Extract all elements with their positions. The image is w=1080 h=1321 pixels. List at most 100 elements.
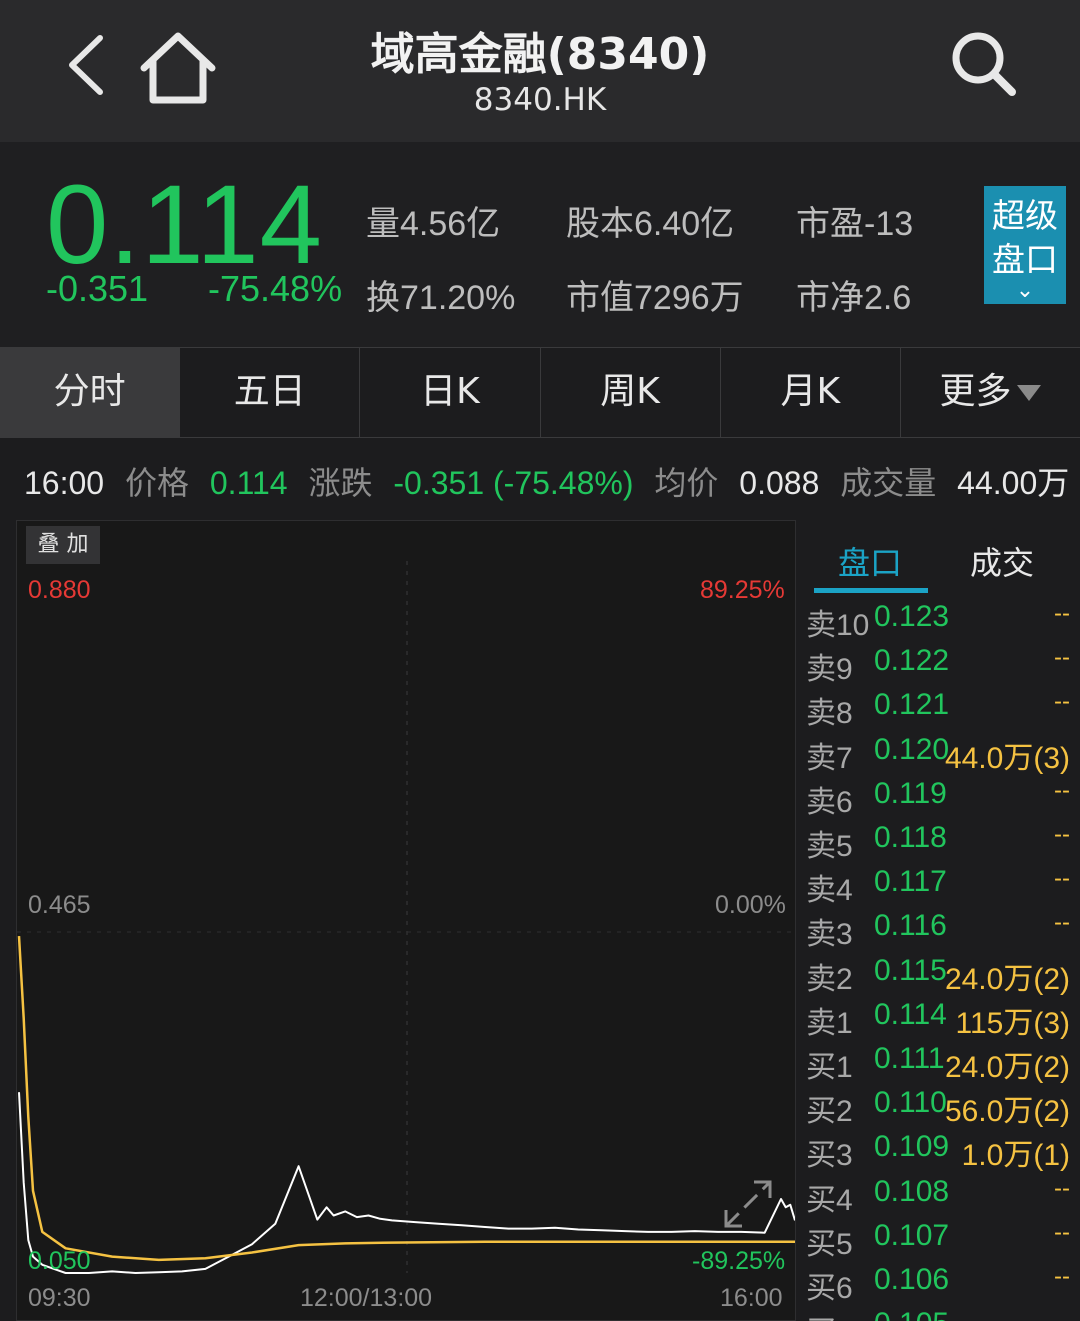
active-tab-underline <box>814 588 928 593</box>
order-book-row: 卖7 0.120 44.0万(3) <box>806 733 1078 777</box>
row-volume: -- <box>1054 909 1070 937</box>
overlay-button[interactable]: 叠 加 <box>26 526 100 564</box>
info-price: 0.114 <box>209 465 288 501</box>
y-axis-bottom-label: 0.050 <box>28 1247 91 1275</box>
row-volume: 24.0万(2) <box>944 962 1070 996</box>
order-book-tabs: 盘口 成交 <box>800 520 1080 600</box>
tab-trades[interactable]: 成交 <box>970 538 1034 584</box>
order-book-row: 买6 0.106 -- <box>806 1263 1078 1307</box>
row-level: 卖7 <box>806 741 853 775</box>
row-level: 卖1 <box>806 1006 853 1040</box>
row-volume: -- <box>1054 1263 1070 1290</box>
row-volume: -- <box>1054 821 1070 848</box>
row-volume: 24.0万(2) <box>944 1051 1070 1084</box>
row-volume: -- <box>1054 688 1070 716</box>
tab-five-day[interactable]: 五日 <box>180 348 361 437</box>
order-book-row: 卖6 0.119 -- <box>806 777 1078 821</box>
tab-weekly-k[interactable]: 周K <box>541 348 721 437</box>
row-price: 0.105 <box>874 1307 949 1321</box>
row-volume: -- <box>1054 1174 1070 1202</box>
row-price: 0.115 <box>874 953 947 987</box>
tab-intraday[interactable]: 分时 <box>0 348 181 437</box>
y-axis-mid-label: 0.465 <box>28 891 91 919</box>
super-order-book-button[interactable]: 超级 盘口 ⌄ <box>984 186 1066 304</box>
stat-market-cap: 市值7296万 <box>566 279 744 317</box>
row-price: 0.114 <box>874 997 947 1031</box>
pct-axis-mid-label: 0.00% <box>715 891 786 919</box>
chevron-down-icon: ⌄ <box>1015 278 1035 303</box>
super-book-label-1: 超级 <box>992 196 1058 235</box>
expand-icon[interactable] <box>722 1178 774 1230</box>
row-price: 0.116 <box>874 909 947 943</box>
page-title: 域高金融(8340) <box>370 29 710 80</box>
row-level: 买6 <box>806 1272 853 1305</box>
crosshair-infobar: 16:00 价格 0.114 涨跌 -0.351 (-75.48%) 均价 0.… <box>24 458 1080 504</box>
order-book-row: 卖4 0.117 -- <box>806 865 1078 909</box>
order-book-row: 卖10 0.123 -- <box>806 600 1078 644</box>
row-price: 0.107 <box>874 1218 950 1252</box>
order-book-row: 买5 0.107 -- <box>806 1219 1078 1263</box>
row-volume: -- <box>1054 644 1070 672</box>
stat-turnover: 换71.20% <box>366 279 516 317</box>
y-axis-top-label: 0.880 <box>28 576 91 604</box>
info-volume-label: 成交量 <box>840 465 937 501</box>
row-level: 买4 <box>806 1183 853 1217</box>
row-level: 卖2 <box>806 962 853 996</box>
price-change: -0.351 <box>46 268 149 309</box>
row-price: 0.118 <box>874 821 947 854</box>
order-book-row: 卖1 0.114 115万(3) <box>806 998 1078 1042</box>
row-price: 0.110 <box>874 1086 947 1120</box>
stat-volume: 量4.56亿 <box>366 205 501 243</box>
row-price: 0.121 <box>874 688 950 722</box>
order-book-row: 买3 0.109 1.0万(1) <box>806 1130 1078 1174</box>
order-book-row: 买4 0.108 -- <box>806 1175 1078 1219</box>
row-level: 卖5 <box>806 830 853 863</box>
tab-daily-k[interactable]: 日K <box>360 348 541 437</box>
row-volume: -- <box>1054 1218 1070 1246</box>
row-volume: -- <box>1054 865 1070 893</box>
order-book-panel: 盘口 成交 卖10 0.123 -- 卖9 0.122 -- 卖8 0.121 -- 卖7 0.12… <box>800 520 1080 1321</box>
row-price: 0.119 <box>874 776 947 810</box>
order-book-row: 买2 0.110 56.0万(2) <box>806 1086 1078 1130</box>
info-avg: 0.088 <box>739 465 820 501</box>
row-price: 0.117 <box>874 865 947 899</box>
x-axis-end-label: 16:00 <box>720 1284 783 1312</box>
info-time: 16:00 <box>24 465 105 501</box>
info-price-label: 价格 <box>124 465 189 501</box>
order-book-row: 卖9 0.122 -- <box>806 644 1078 688</box>
order-book-row: 卖8 0.121 -- <box>806 688 1078 732</box>
x-axis-mid-label: 12:00/13:00 <box>300 1284 433 1312</box>
row-level: 卖4 <box>806 874 853 908</box>
row-price: 0.106 <box>874 1263 950 1296</box>
tab-more[interactable]: 更多 <box>901 348 1080 437</box>
row-price: 0.122 <box>874 644 950 678</box>
info-change-label: 涨跌 <box>308 465 373 501</box>
row-price: 0.109 <box>874 1130 950 1164</box>
row-level: 买1 <box>806 1051 853 1084</box>
info-volume: 44.00万 <box>957 465 1070 501</box>
tab-monthly-k[interactable]: 月K <box>721 348 901 437</box>
chart-svg <box>17 561 795 1274</box>
info-change: -0.351 (-75.48%) <box>393 465 634 501</box>
row-volume: 44.0万(3) <box>944 741 1070 775</box>
row-level: 买3 <box>806 1139 853 1173</box>
stat-share-capital: 股本6.40亿 <box>566 205 735 243</box>
pct-axis-top-label: 89.25% <box>700 576 785 604</box>
app-header: 域高金融(8340) 8340.HK <box>0 0 1080 142</box>
order-book-row: 卖3 0.116 -- <box>806 909 1078 953</box>
pct-axis-bottom-label: -89.25% <box>692 1247 786 1275</box>
order-book-row: 卖5 0.118 -- <box>806 821 1078 865</box>
row-volume: -- <box>1054 776 1070 804</box>
row-volume: 1.0万(1) <box>961 1139 1070 1173</box>
order-book-row: 买7 0.105 <box>806 1307 1078 1321</box>
order-book-row: 卖2 0.115 24.0万(2) <box>806 954 1078 998</box>
row-level: 买7 <box>806 1307 853 1321</box>
tab-order-book[interactable]: 盘口 <box>838 538 902 584</box>
intraday-chart[interactable] <box>16 520 796 1321</box>
stat-pb: 市净2.6 <box>796 279 912 317</box>
price-change-pct: -75.48% <box>208 268 343 309</box>
row-level: 卖10 <box>806 609 870 642</box>
super-book-label-2: 盘口 <box>992 240 1058 279</box>
search-icon[interactable] <box>948 28 1018 98</box>
row-level: 卖8 <box>806 697 853 731</box>
